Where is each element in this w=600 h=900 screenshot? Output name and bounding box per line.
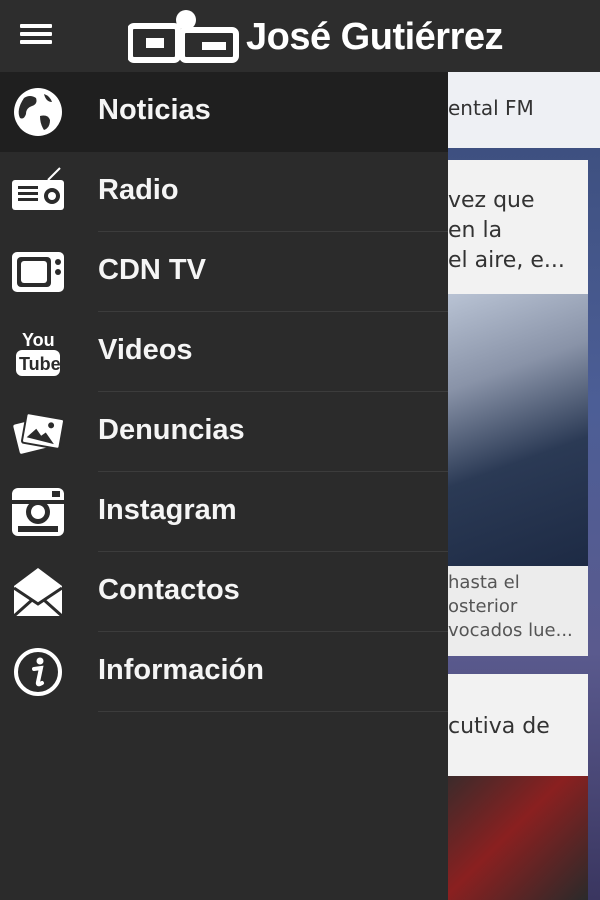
news-card-photo[interactable] xyxy=(448,776,588,900)
drawer-item-label: Información xyxy=(98,654,264,686)
photos-icon xyxy=(13,412,65,454)
news-feed-background: ental FM vez que en la el aire, e... has… xyxy=(448,72,600,900)
drawer-item-cdn-tv[interactable]: CDN TV xyxy=(0,232,448,312)
envelope-icon xyxy=(13,568,63,618)
svg-text:Tube: Tube xyxy=(19,354,61,374)
news-card-photo[interactable] xyxy=(448,294,588,566)
hamburger-menu-icon[interactable] xyxy=(20,24,56,52)
drawer-item-contactos[interactable]: Contactos xyxy=(0,552,448,632)
drawer-item-label: Videos xyxy=(98,334,193,366)
caption-line: osterior xyxy=(448,596,518,617)
caption-line: hasta el xyxy=(448,572,520,593)
drawer-item-videos[interactable]: You Tube Videos xyxy=(0,312,448,392)
tv-icon xyxy=(12,252,64,292)
drawer-item-label: Noticias xyxy=(98,94,211,126)
radio-icon xyxy=(12,167,64,210)
info-icon xyxy=(14,648,62,696)
drawer-item-radio[interactable]: Radio xyxy=(0,152,448,232)
drawer-item-label: CDN TV xyxy=(98,254,206,286)
caption-line: vocados lue... xyxy=(448,620,573,641)
drawer-item-instagram[interactable]: Instagram xyxy=(0,472,448,552)
card-line: el aire, e... xyxy=(448,248,565,273)
drawer-item-informacion[interactable]: Información xyxy=(0,632,448,712)
globe-icon xyxy=(14,88,62,136)
drawer-item-noticias[interactable]: Noticias xyxy=(0,72,448,152)
drawer-item-denuncias[interactable]: Denuncias xyxy=(0,392,448,472)
drawer-item-label: Denuncias xyxy=(98,414,245,446)
feed-top-strip: ental FM xyxy=(448,72,600,148)
instagram-icon xyxy=(12,488,64,536)
news-card[interactable]: cutiva de xyxy=(448,674,588,776)
strip-text: ental FM xyxy=(448,96,534,120)
card-line: en la xyxy=(448,218,503,243)
top-app-bar: José Gutiérrez xyxy=(0,0,600,72)
drawer-item-label: Contactos xyxy=(98,574,240,606)
drawer-item-label: Radio xyxy=(98,174,179,206)
divider xyxy=(98,711,448,712)
youtube-icon: You Tube xyxy=(16,330,61,376)
brand-title: José Gutiérrez xyxy=(246,16,504,58)
card-line: cutiva de xyxy=(448,714,550,739)
news-card[interactable]: vez que en la el aire, e... xyxy=(448,160,588,294)
news-card-caption[interactable]: hasta el osterior vocados lue... xyxy=(448,566,588,656)
svg-text:You: You xyxy=(22,330,55,350)
drawer-item-label: Instagram xyxy=(98,494,237,526)
jg-logo-icon xyxy=(128,10,239,63)
navigation-drawer: Noticias Radio CDN TV You Tube Videos De… xyxy=(0,72,448,900)
card-line: vez que xyxy=(448,188,535,213)
